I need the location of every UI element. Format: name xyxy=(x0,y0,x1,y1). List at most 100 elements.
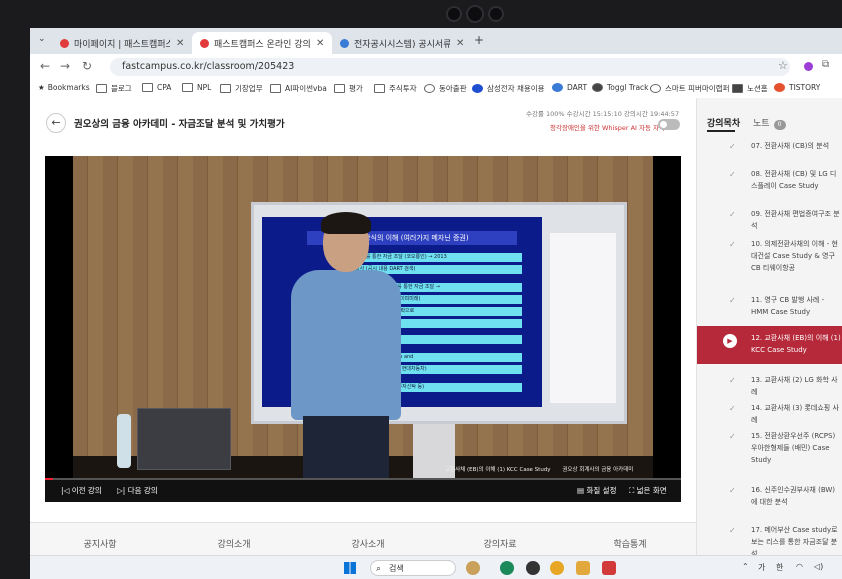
tab-label: 마이페이지 | 패스트캠퍼스 xyxy=(74,39,170,50)
folder-icon xyxy=(270,84,281,93)
curriculum-item[interactable]: ✓ 17. 메어부산 Case study로 보는 리스를 통한 자금조달 분석 xyxy=(697,524,842,558)
bookmark-item[interactable]: ★ Bookmarks xyxy=(38,83,90,92)
bookmark-item[interactable]: DART xyxy=(552,83,587,92)
taskbar-search[interactable]: ⌕ 검색 xyxy=(370,560,456,576)
curriculum-item[interactable]: ✓ 15. 전환상환우선주 (RCPS) 우아한형제들 (배민) Case Stu… xyxy=(697,430,842,472)
curriculum-item[interactable]: ✓ 11. 영구 CB 발행 사례 - HMM Case Study xyxy=(697,294,842,322)
chrome-icon[interactable] xyxy=(550,561,564,575)
curriculum-item[interactable]: ✓ 13. 교환사채 (2) LG 화학 사례 xyxy=(697,374,842,400)
close-icon[interactable]: ✕ xyxy=(456,38,464,49)
close-icon[interactable]: ✕ xyxy=(316,38,324,49)
bookmarks-bar: ★ Bookmarks 블로그 CPA NPL 기장업무 AI파이썬vba 평가 … xyxy=(30,80,842,99)
desk-laptop xyxy=(137,408,231,470)
play-icon: ▶ xyxy=(723,334,737,348)
tab-label: 패스트캠퍼스 온라인 강의 xyxy=(214,39,310,50)
tab-dart[interactable]: 전자공시시스템) 공시서류검색 ✕ xyxy=(332,32,472,54)
whisper-toggle[interactable] xyxy=(658,119,680,130)
video-player[interactable]: 발 방식의 이해 (여러가지 메자닌 증권) (CB)를 통한 자금 조달 (코… xyxy=(45,156,681,502)
tab-search-icon[interactable]: ⌄ xyxy=(38,34,46,44)
bookmark-item[interactable]: 기장업무 xyxy=(220,83,263,94)
back-button[interactable]: ← xyxy=(46,113,66,133)
curriculum-item[interactable]: ✓ 08. 전환사채 (CB) 및 LG 디스플레이 Case Study xyxy=(697,168,842,208)
curriculum-item[interactable]: ✓ 09. 전환사채 편법증여구조 분석 xyxy=(697,208,842,236)
tab-online-lecture[interactable]: 패스트캠퍼스 온라인 강의 ✕ xyxy=(192,32,332,54)
star-icon[interactable]: ☆ xyxy=(778,59,788,72)
curriculum-item-current[interactable]: ▶ 12. 교환사채 (EB)의 이해 (1) KCC Case Study xyxy=(697,326,842,364)
next-lecture-button[interactable]: ▷| 다음 강의 xyxy=(117,485,158,496)
prev-lecture-label: 이전 강의 xyxy=(71,486,102,495)
check-icon: ✓ xyxy=(729,432,736,441)
tray-arrow-icon[interactable]: ⌃ xyxy=(742,562,749,571)
video-caption: 교환사채 (EB)의 이해 (1) KCC Case Study 권오상 회계사… xyxy=(445,465,633,473)
page-title: 권오상의 금융 아카데미 - 자금조달 분석 및 가치평가 xyxy=(74,119,285,130)
language-indicator[interactable]: 한 xyxy=(776,562,783,573)
dart-favicon-icon xyxy=(340,38,349,48)
tab-notice[interactable]: 공지사항 xyxy=(30,537,170,550)
next-lecture-label: 다음 강의 xyxy=(127,486,158,495)
app-icon[interactable] xyxy=(602,561,616,575)
bookmark-item[interactable]: AI파이썬vba xyxy=(270,83,327,94)
video-controls: |◁ 이전 강의 ▷| 다음 강의 ▤ 화질 설정 ⛶ 넓은 화면 xyxy=(45,480,681,502)
wifi-icon[interactable]: ◠ xyxy=(796,562,803,571)
bookmark-item[interactable]: 블로그 xyxy=(96,83,132,94)
quality-settings-button[interactable]: ▤ 화질 설정 xyxy=(577,485,616,496)
bookmark-item[interactable]: 스마트 피버마이랩퍼 xyxy=(650,83,729,94)
curriculum-item[interactable]: ✓ 10. 의제전환사채의 이해 - 현대건설 Case Study & 영구CB… xyxy=(697,238,842,292)
tab-notes[interactable]: 노트 0 xyxy=(753,116,786,130)
tab-materials[interactable]: 강의자료 xyxy=(430,537,570,550)
tab-mypage[interactable]: 마이페이지 | 패스트캠퍼스 ✕ xyxy=(52,32,192,54)
bookmark-item[interactable]: 노션홈 xyxy=(732,83,768,94)
lecturer-pants xyxy=(303,416,389,486)
tv-stand xyxy=(413,424,455,486)
back-arrow-icon[interactable]: ← xyxy=(40,59,50,73)
check-icon: ✓ xyxy=(729,486,736,495)
whisper-caption-label: 청각장애인을 위한 Whisper AI 자동 자막 xyxy=(550,124,665,132)
tistory-icon xyxy=(774,83,785,92)
curriculum-item[interactable]: ✓ 16. 신주인수권부사채 (BW)에 대한 분석 xyxy=(697,484,842,512)
curriculum-panel: 강의목차 노트 0 ✓ 07. 전환사채 (CB)의 분석 ✓ 08. 전환사채 (C… xyxy=(696,98,842,579)
tab-curriculum[interactable]: 강의목차 xyxy=(707,116,740,129)
curriculum-item-label: 13. 교환사채 (2) LG 화학 사례 xyxy=(751,376,838,396)
chat-icon[interactable] xyxy=(526,561,540,575)
tab-instructor[interactable]: 강사소개 xyxy=(298,537,438,550)
windows-start-icon[interactable] xyxy=(344,562,356,574)
curriculum-item-label: 07. 전환사채 (CB)의 분석 xyxy=(751,142,830,150)
bookmark-item[interactable]: CPA xyxy=(142,83,171,92)
quality-settings-label: 화질 설정 xyxy=(586,486,617,495)
reload-icon[interactable]: ↻ xyxy=(82,59,92,73)
close-icon[interactable]: ✕ xyxy=(176,38,184,49)
tab-course-intro[interactable]: 강의소개 xyxy=(164,537,304,550)
notes-count-badge: 0 xyxy=(773,120,786,130)
study-stats: 수강률 100% 수강시간 15:15:10 강의시간 19:44:57 xyxy=(526,110,680,118)
dart-icon xyxy=(552,83,563,92)
edge-icon[interactable] xyxy=(500,561,514,575)
bookmark-label: 블로그 xyxy=(111,84,132,93)
taskbar-search-label: 검색 xyxy=(389,564,404,573)
bookmark-item[interactable]: NPL xyxy=(182,83,211,92)
check-icon: ✓ xyxy=(729,142,736,151)
fastcampus-favicon-icon xyxy=(60,38,69,48)
bookmark-item[interactable]: 동아출판 xyxy=(424,83,467,94)
bookmark-item[interactable]: 주식투자 xyxy=(374,83,417,94)
url-input[interactable]: fastcampus.co.kr/classroom/205423 xyxy=(110,58,790,76)
water-bottle xyxy=(117,414,131,468)
check-icon: ✓ xyxy=(729,210,736,219)
curriculum-item[interactable]: ✓ 07. 전환사채 (CB)의 분석 xyxy=(697,140,842,168)
new-tab-plus-icon[interactable]: + xyxy=(474,33,484,47)
bookmark-item[interactable]: 평가 xyxy=(334,83,363,94)
tab-statistics[interactable]: 학습통계 xyxy=(560,537,700,550)
wide-screen-button[interactable]: ⛶ 넓은 화면 xyxy=(629,485,667,496)
file-explorer-icon[interactable] xyxy=(576,561,590,575)
prev-lecture-button[interactable]: |◁ 이전 강의 xyxy=(61,485,102,496)
ime-indicator[interactable]: 가 xyxy=(758,562,765,573)
bookmark-label: Bookmarks xyxy=(47,83,90,92)
volume-icon[interactable]: ◁) xyxy=(814,562,823,571)
bookmark-item[interactable]: Toggl Track xyxy=(592,83,649,92)
widget-icon[interactable] xyxy=(466,561,480,575)
forward-arrow-icon[interactable]: → xyxy=(60,59,70,73)
profile-icon[interactable] xyxy=(804,62,813,71)
bookmark-item[interactable]: TISTORY xyxy=(774,83,820,92)
curriculum-item[interactable]: ✓ 14. 교환사채 (3) 롯데쇼핑 사례 xyxy=(697,402,842,428)
extensions-icon[interactable]: ⧉ xyxy=(822,59,829,70)
bookmark-item[interactable]: 삼성전자 채용이용 xyxy=(472,83,545,94)
